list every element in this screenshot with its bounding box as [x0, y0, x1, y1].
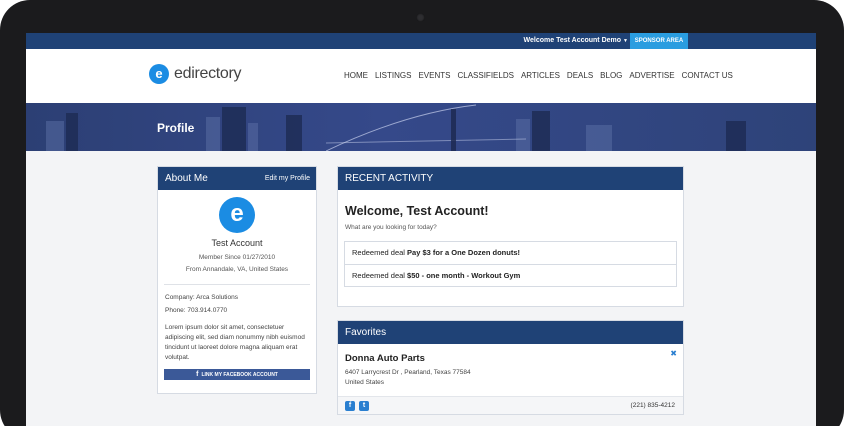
deal-link[interactable]: Pay $3 for a One Dozen donuts! [407, 248, 520, 257]
page-title: Profile [157, 121, 195, 135]
deal-link[interactable]: $50 - one month - Workout Gym [407, 271, 520, 280]
favorite-footer: f t (221) 835-4212 [338, 396, 683, 414]
about-me-header: About Me Edit my Profile [158, 167, 316, 190]
welcome-heading: Welcome, Test Account! [345, 204, 489, 218]
nav-events[interactable]: EVENTS [418, 71, 450, 80]
address-line-1: 6407 Larrycrest Dr , Pearland, Texas 775… [345, 369, 471, 376]
nav-listings[interactable]: LISTINGS [375, 71, 411, 80]
welcome-subtitle: What are you looking for today? [345, 224, 437, 231]
nav-home[interactable]: HOME [344, 71, 368, 80]
camera-icon [416, 13, 425, 22]
profile-name: Test Account [211, 238, 263, 248]
activity-prefix: Redeemed deal [352, 248, 408, 257]
nav-articles[interactable]: ARTICLES [521, 71, 560, 80]
list-item[interactable]: Redeemed deal $50 - one month - Workout … [345, 264, 676, 286]
nav-blog[interactable]: BLOG [600, 71, 622, 80]
main-nav: HOME LISTINGS EVENTS CLASSIFIELDS ARTICL… [344, 71, 733, 80]
account-menu-label: Welcome Test Account Demo [523, 37, 622, 44]
nav-deals[interactable]: DEALS [567, 71, 593, 80]
social-links: f t [345, 401, 369, 411]
member-since: Member Since 01/27/2010 [198, 254, 276, 261]
list-item[interactable]: Redeemed deal Pay $3 for a One Dozen don… [345, 242, 676, 264]
divider [164, 284, 310, 285]
recent-activity-header: RECENT ACTIVITY [338, 167, 683, 190]
profile-phone: Phone: 703.914.0770 [165, 307, 228, 314]
favorites-panel: Favorites ✖ Donna Auto Parts 6407 Larryc… [337, 320, 684, 415]
link-facebook-button[interactable]: f LINK MY FACEBOOK ACCOUNT [164, 369, 310, 380]
favorites-header: Favorites [338, 321, 683, 344]
nav-classifieds[interactable]: CLASSIFIELDS [457, 71, 513, 80]
link-facebook-label: LINK MY FACEBOOK ACCOUNT [201, 371, 278, 378]
site-logo[interactable]: e edirectory [149, 64, 242, 84]
recent-activity-panel: RECENT ACTIVITY Welcome, Test Account! W… [337, 166, 684, 307]
top-bar: Welcome Test Account Demo ▼ SPONSOR AREA [26, 33, 816, 49]
about-me-title: About Me [165, 173, 208, 184]
browser-screen: Welcome Test Account Demo ▼ SPONSOR AREA … [26, 33, 816, 426]
account-menu[interactable]: Welcome Test Account Demo ▼ [524, 37, 628, 44]
favorite-address: 6407 Larrycrest Dr , Pearland, Texas 775… [338, 364, 683, 388]
sponsor-area-button[interactable]: SPONSOR AREA [630, 33, 688, 49]
profile-bio: Lorem ipsum dolor sit amet, consectetuer… [165, 324, 305, 361]
favorite-phone: (221) 835-4212 [630, 402, 675, 409]
nav-advertise[interactable]: ADVERTISE [629, 71, 674, 80]
profile-company: Company: Arca Solutions [165, 294, 238, 301]
site-header: e edirectory HOME LISTINGS EVENTS CLASSI… [26, 49, 816, 103]
profile-meta: Member Since 01/27/2010 From Annandale, … [158, 252, 316, 276]
profile-contact-info: Company: Arca Solutions Phone: 703.914.0… [158, 291, 316, 317]
close-icon[interactable]: ✖ [670, 349, 677, 358]
profile-location: From Annandale, VA, United States [185, 266, 289, 273]
facebook-icon: f [196, 371, 199, 378]
logo-text: edirectory [174, 65, 242, 82]
about-me-panel: About Me Edit my Profile e Test Account … [157, 166, 317, 394]
hero-banner: Profile [26, 103, 816, 151]
nav-contact-us[interactable]: CONTACT US [682, 71, 733, 80]
avatar-icon: e [219, 197, 255, 233]
facebook-icon[interactable]: f [345, 401, 355, 411]
laptop-frame: Welcome Test Account Demo ▼ SPONSOR AREA … [0, 0, 844, 426]
activity-prefix: Redeemed deal [352, 271, 408, 280]
favorite-business-name[interactable]: Donna Auto Parts [338, 344, 683, 364]
twitter-icon[interactable]: t [359, 401, 369, 411]
address-line-2: United States [345, 379, 385, 386]
activity-list: Redeemed deal Pay $3 for a One Dozen don… [344, 241, 677, 287]
chevron-down-icon: ▼ [623, 38, 628, 44]
bridge-illustration [326, 104, 526, 151]
edit-profile-link[interactable]: Edit my Profile [265, 167, 310, 190]
logo-icon: e [149, 64, 169, 84]
